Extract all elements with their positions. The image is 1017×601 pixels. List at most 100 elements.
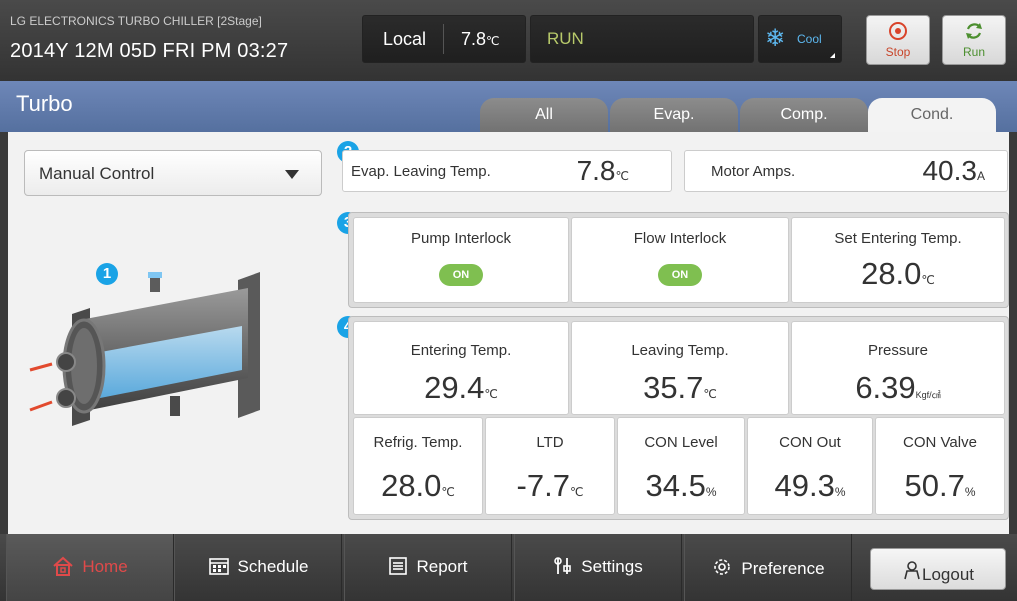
operation-mode-selector[interactable]: ❄ Cool: [758, 15, 842, 63]
con-valve-cell: CON Valve 50.7%: [875, 417, 1005, 515]
corner-indicator: [830, 53, 835, 58]
logout-label: Logout: [922, 565, 974, 584]
stop-button[interactable]: Stop: [866, 15, 930, 65]
leaving-temp-cell: Leaving Temp. 35.7℃: [571, 321, 789, 415]
nav-schedule[interactable]: Schedule: [174, 534, 342, 601]
house-icon: [53, 556, 73, 576]
unit: ℃: [569, 485, 584, 499]
setpoint-temp: 7.8℃: [461, 29, 500, 50]
top-status-bar: LG ELECTRONICS TURBO CHILLER [2Stage] 20…: [0, 0, 1017, 81]
tab-all[interactable]: All: [480, 98, 608, 132]
nav-schedule-content: Schedule: [175, 556, 341, 577]
interlock-panel: Pump Interlock ON Flow Interlock ON Set …: [348, 212, 1009, 308]
con-out-cell: CON Out 49.3%: [747, 417, 873, 515]
nav-preference-label: Preference: [741, 559, 825, 578]
control-mode-panel[interactable]: Local 7.8℃: [362, 15, 526, 63]
run-status-panel: RUN: [530, 15, 754, 63]
set-entering-temp-value: 28.0℃: [792, 256, 1004, 292]
divider: [443, 24, 444, 54]
gear-icon: [714, 559, 731, 575]
value: 40.3: [922, 155, 977, 186]
con-out-value: 49.3%: [748, 468, 872, 504]
con-level-value: 34.5%: [618, 468, 744, 504]
pump-interlock-cell: Pump Interlock ON: [353, 217, 569, 303]
page-title: Turbo: [16, 91, 73, 116]
stop-icon: [889, 22, 907, 40]
nav-home-content: Home: [7, 556, 173, 577]
nav-home-label: Home: [82, 557, 128, 576]
pressure-value: 6.39Kgf/㎠: [792, 370, 1004, 406]
flow-interlock-label: Flow Interlock: [633, 230, 727, 247]
value: 49.3: [774, 468, 835, 503]
leaving-temp-label: Leaving Temp.: [631, 342, 729, 359]
tab-cond[interactable]: Cond.: [868, 98, 996, 132]
run-button[interactable]: Run: [942, 15, 1006, 65]
run-state: RUN: [547, 29, 584, 48]
condenser-diagram: [29, 272, 260, 426]
calendar-icon: [208, 558, 229, 575]
brand-label: LG ELECTRONICS TURBO CHILLER [2Stage]: [10, 14, 262, 28]
tab-comp[interactable]: Comp.: [740, 98, 868, 132]
control-mode: Local: [383, 29, 427, 49]
con-out-label: CON Out: [779, 434, 841, 451]
nav-report[interactable]: Report: [344, 534, 512, 601]
datetime-display: 2014Y 12M 05D FRI PM 03:27: [10, 40, 289, 62]
value: 28.0: [381, 468, 442, 503]
evap-leaving-temp-value: 7.8℃: [577, 155, 629, 187]
nav-settings-label: Settings: [581, 557, 643, 576]
nav-settings[interactable]: Settings: [514, 534, 682, 601]
unit: ℃: [441, 485, 455, 499]
dropdown-arrow-icon: [285, 170, 299, 179]
unit: ℃: [921, 273, 935, 287]
nav-schedule-label: Schedule: [237, 557, 309, 576]
user-icon: [904, 561, 920, 580]
pump-interlock-label: Pump Interlock: [410, 230, 512, 247]
flow-interlock-cell: Flow Interlock ON: [571, 217, 789, 303]
ltd-label: LTD: [536, 434, 564, 451]
motor-amps-label: Motor Amps.: [711, 163, 796, 180]
unit: ℃: [703, 387, 717, 401]
value: 29.4: [424, 370, 485, 405]
operation-mode-label: Cool: [797, 32, 822, 46]
refresh-icon: [966, 23, 982, 39]
setpoint-value: 7.8: [461, 29, 487, 49]
entering-temp-cell: Entering Temp. 29.4℃: [353, 321, 569, 415]
logout-button[interactable]: Logout: [870, 548, 1006, 590]
pressure-cell: Pressure 6.39Kgf/㎠: [791, 321, 1005, 415]
refrig-temp-value: 28.0℃: [354, 468, 482, 504]
value: 7.8: [576, 155, 616, 186]
set-entering-temp-cell[interactable]: Set Entering Temp. 28.0℃: [791, 217, 1005, 303]
con-level-label: CON Level: [644, 434, 718, 451]
ltd-value: -7.7℃: [486, 468, 614, 504]
evap-leaving-temp-cell: Evap. Leaving Temp. 7.8℃: [342, 150, 672, 192]
unit: %: [834, 485, 846, 499]
stop-label: Stop: [885, 45, 911, 59]
value: 34.5: [645, 468, 706, 503]
refrig-temp-label: Refrig. Temp.: [373, 434, 463, 451]
motor-amps-cell: Motor Amps. 40.3A: [684, 150, 1008, 192]
unit: ℃: [615, 169, 629, 183]
entering-temp-value: 29.4℃: [354, 370, 568, 406]
main-content: Manual Control 1 Evap. Leaving Temp. 7.8…: [8, 132, 1009, 534]
nav-home[interactable]: Home: [6, 534, 174, 601]
pump-interlock-status-badge: ON: [439, 264, 483, 286]
nav-preference-content: Preference: [685, 556, 851, 579]
flow-interlock-status-badge: ON: [658, 264, 702, 286]
logout-content: Logout: [871, 560, 1005, 585]
unit: A: [976, 169, 985, 183]
pressure-label: Pressure: [867, 342, 929, 359]
snowflake-icon: ❄: [765, 25, 786, 52]
unit: Kgf/㎠: [915, 390, 941, 400]
value: 50.7: [904, 468, 965, 503]
tab-evap[interactable]: Evap.: [610, 98, 738, 132]
entering-temp-label: Entering Temp.: [410, 342, 512, 359]
nav-preference[interactable]: Preference: [684, 534, 852, 601]
value: 28.0: [861, 256, 922, 291]
nav-settings-content: Settings: [515, 556, 681, 577]
leaving-temp-value: 35.7℃: [572, 370, 788, 406]
control-mode-dropdown[interactable]: Manual Control: [24, 150, 322, 196]
nav-report-content: Report: [345, 556, 511, 577]
unit: %: [964, 485, 976, 499]
con-valve-value: 50.7%: [876, 468, 1004, 504]
condenser-data-panel: Entering Temp. 29.4℃ Leaving Temp. 35.7℃…: [348, 316, 1009, 520]
